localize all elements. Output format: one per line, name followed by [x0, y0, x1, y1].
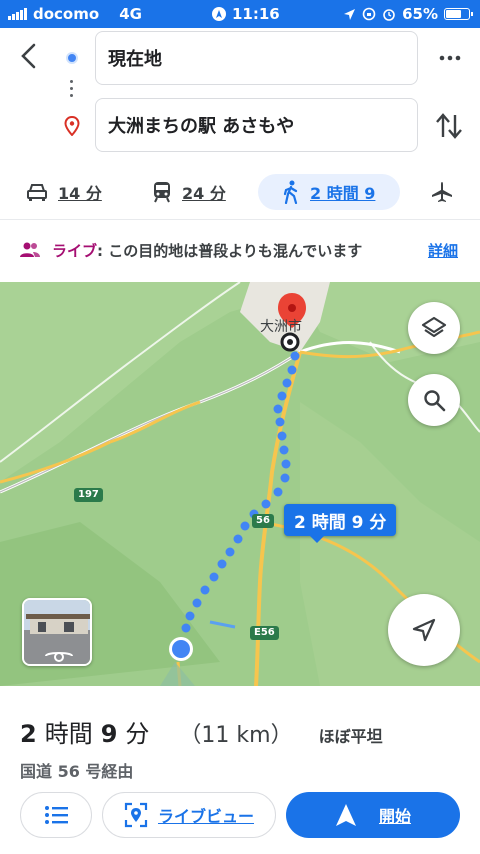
hours-unit: 時間	[44, 720, 93, 748]
location-arrow-icon	[344, 8, 356, 20]
route-distance: （11 km）	[179, 723, 293, 748]
live-banner-text: ライブ: この目的地は普段よりも混んでいます	[52, 240, 362, 261]
start-label: 開始	[378, 807, 411, 826]
layers-icon	[421, 316, 447, 338]
navigation-app-icon	[212, 7, 226, 21]
battery-percent: 65%	[402, 5, 438, 23]
directions-header: 現在地 大洲まちの駅 あさもや	[0, 28, 480, 160]
people-icon	[20, 242, 40, 257]
duration-hours: 2	[20, 720, 37, 748]
search-icon	[424, 390, 446, 412]
my-location-button[interactable]	[388, 594, 460, 666]
tab-transit[interactable]: 24 分	[152, 174, 226, 210]
map-view[interactable]: 大洲市 197 56 E56 2 時間 9 分	[0, 282, 480, 686]
route-number-label: E56	[250, 626, 279, 640]
start-navigation-button[interactable]: 開始	[286, 792, 460, 838]
live-label: ライブ	[52, 242, 98, 260]
details-link[interactable]: 詳細	[428, 240, 458, 261]
route-number-label: 56	[252, 514, 274, 528]
layers-button[interactable]	[408, 302, 460, 354]
town-label: 大洲市	[260, 319, 302, 335]
destination-field[interactable]: 大洲まちの駅 あさもや	[95, 98, 418, 152]
tab-transit-label: 24 分	[182, 184, 226, 203]
navigation-arrow-icon	[412, 618, 436, 642]
search-along-route-button[interactable]	[408, 374, 460, 426]
route-summary: 2 時間 9 分 （11 km） ほぼ平坦	[20, 714, 383, 749]
car-icon	[27, 184, 47, 201]
live-message: : この目的地は普段よりも混んでいます	[97, 242, 363, 260]
route-number-label: 197	[74, 488, 103, 502]
tab-car[interactable]: 14 分	[26, 174, 102, 210]
minutes-unit: 分	[125, 720, 150, 748]
swap-button[interactable]	[434, 110, 464, 142]
tab-car-label: 14 分	[58, 184, 102, 203]
more-options-button[interactable]	[438, 46, 462, 70]
status-bar: docomo 4G 11:16 65%	[0, 0, 480, 28]
carrier-name: docomo	[33, 5, 100, 23]
destination-pin-icon	[64, 116, 80, 136]
travel-mode-tabs: 14 分 24 分 2 時間 9	[0, 160, 480, 220]
origin-dot-icon	[66, 52, 78, 64]
route-dots-icon	[70, 80, 74, 101]
more-horizontal-icon	[439, 55, 461, 61]
terrain-info: ほぼ平坦	[318, 727, 383, 746]
live-view-button[interactable]: ライブビュー	[102, 792, 276, 838]
steps-list-button[interactable]	[20, 792, 92, 838]
route-summary-panel: 2 時間 9 分 （11 km） ほぼ平坦 国道 56 号経由 ライブビュー 開…	[0, 686, 480, 854]
airplane-icon	[432, 182, 452, 202]
tab-walk[interactable]: 2 時間 9	[258, 174, 400, 210]
network-type: 4G	[119, 5, 142, 23]
tab-flight[interactable]	[430, 174, 454, 210]
street-view-image	[24, 600, 90, 664]
back-button[interactable]	[14, 40, 46, 72]
train-icon	[154, 182, 170, 203]
navigation-start-icon	[335, 804, 356, 826]
duration-minutes: 9	[100, 720, 118, 748]
walking-icon	[283, 180, 298, 204]
route-duration-chip[interactable]: 2 時間 9 分	[284, 504, 397, 543]
destination-text: 大洲まちの駅 あさもや	[108, 116, 295, 137]
alarm-icon	[383, 9, 395, 21]
live-busyness-banner: ライブ: この目的地は普段よりも混んでいます 詳細	[0, 220, 480, 282]
status-time: 11:16	[232, 5, 280, 23]
battery-icon	[444, 8, 473, 20]
live-view-pin-icon	[124, 802, 148, 828]
origin-text: 現在地	[108, 49, 162, 70]
list-icon	[45, 806, 68, 824]
origin-field[interactable]: 現在地	[95, 31, 418, 85]
route-via: 国道 56 号経由	[20, 762, 134, 781]
swap-vertical-icon	[436, 113, 462, 139]
live-view-label: ライブビュー	[157, 807, 254, 826]
street-view-thumbnail[interactable]	[22, 598, 92, 666]
signal-icon	[8, 8, 27, 20]
chevron-left-icon	[21, 43, 36, 69]
tab-walk-label: 2 時間 9	[310, 184, 376, 203]
lock-rotation-icon	[362, 7, 376, 21]
